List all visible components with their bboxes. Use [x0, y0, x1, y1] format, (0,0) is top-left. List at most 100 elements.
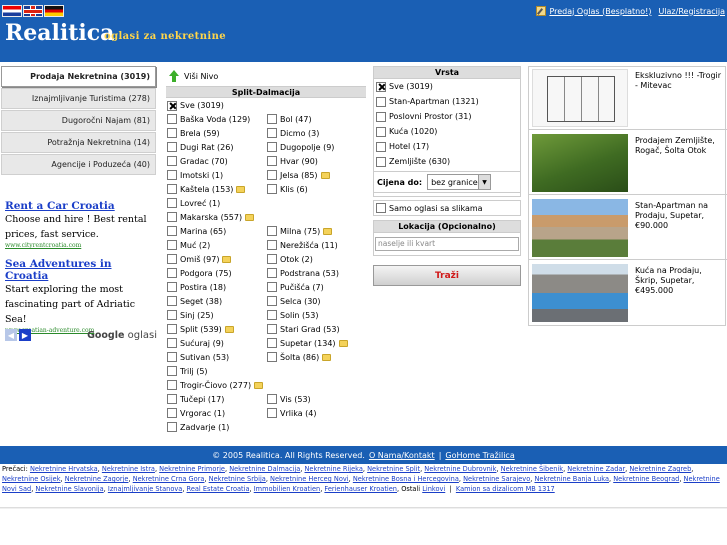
city-option[interactable]: Dugi Rat (26): [166, 140, 266, 154]
checkbox-icon[interactable]: [376, 141, 386, 152]
google-ads-label[interactable]: Google oglasi: [87, 330, 157, 341]
city-option[interactable]: Dicmo (3): [266, 126, 366, 140]
city-option[interactable]: Zadvarje (1): [166, 420, 266, 434]
city-option[interactable]: Selca (30): [266, 294, 366, 308]
checkbox-icon[interactable]: [167, 226, 177, 236]
checkbox-icon[interactable]: [267, 310, 277, 320]
checkbox-icon[interactable]: [167, 352, 177, 362]
shortcut-link[interactable]: Nekretnine Srbija: [209, 475, 266, 483]
city-option[interactable]: Bol (47): [266, 112, 366, 126]
checkbox-icon[interactable]: [167, 394, 177, 404]
price-select[interactable]: bez granice ▼: [427, 174, 492, 190]
city-option[interactable]: Dugopolje (9): [266, 140, 366, 154]
city-option[interactable]: Sinj (25): [166, 308, 266, 322]
city-option[interactable]: Postira (18): [166, 280, 266, 294]
folder-icon[interactable]: [236, 185, 246, 193]
floor-plan-thumbnail[interactable]: [532, 69, 628, 127]
tab-dugorocni-najam[interactable]: Dugoročni Najam (81): [1, 110, 156, 131]
checkbox-icon[interactable]: [167, 128, 177, 138]
checkbox-icon[interactable]: [267, 282, 277, 292]
shortcut-link[interactable]: Nekretnine Zagreb: [629, 465, 691, 473]
checkbox-icon[interactable]: [167, 324, 177, 334]
checkbox-icon[interactable]: [167, 114, 177, 124]
de-flag-icon[interactable]: [44, 5, 64, 17]
checkbox-icon[interactable]: [167, 380, 177, 390]
checkbox-icon[interactable]: [376, 96, 386, 107]
shortcut-link[interactable]: Nekretnine Dalmacija: [229, 465, 300, 473]
city-option[interactable]: Brela (59): [166, 126, 266, 140]
checkbox-icon[interactable]: [167, 170, 177, 180]
city-option[interactable]: Nerežišća (11): [266, 238, 366, 252]
shortcut-link[interactable]: Nekretnine Istra: [102, 465, 155, 473]
city-option[interactable]: Vis (53): [266, 392, 366, 406]
city-option[interactable]: Jelsa (85): [266, 168, 366, 182]
checkbox-icon[interactable]: [376, 111, 386, 122]
city-option[interactable]: Sućuraj (9): [166, 336, 266, 350]
checkbox-icon[interactable]: [167, 254, 177, 264]
checkbox-icon[interactable]: [267, 240, 277, 250]
checkbox-icon[interactable]: [167, 142, 177, 152]
city-option[interactable]: Tučepi (17): [166, 392, 266, 406]
city-option[interactable]: Šolta (86): [266, 350, 366, 364]
folder-icon[interactable]: [245, 213, 255, 221]
others-link[interactable]: Linkovi: [422, 485, 445, 493]
shortcut-link[interactable]: Nekretnine Zagorje: [65, 475, 129, 483]
city-option[interactable]: Baška Voda (129): [166, 112, 266, 126]
checkbox-icon[interactable]: [167, 366, 177, 376]
ad-url[interactable]: www.cityrentcroatia.com: [5, 242, 157, 249]
checkbox-icon[interactable]: [167, 310, 177, 320]
checkbox-icon[interactable]: [167, 422, 177, 432]
shortcut-link[interactable]: Nekretnine Beograd: [613, 475, 679, 483]
city-option[interactable]: Marina (65): [166, 224, 266, 238]
city-option[interactable]: Trogir-Čiovo (277): [166, 378, 266, 392]
region-all-option[interactable]: Sve (3019): [166, 98, 366, 112]
folder-icon[interactable]: [322, 353, 332, 361]
town-thumbnail[interactable]: [532, 199, 628, 257]
en-flag-icon[interactable]: [23, 5, 43, 17]
tab-prodaja[interactable]: Prodaja Nekretnina (3019): [1, 66, 156, 87]
checkbox-icon[interactable]: [167, 296, 177, 306]
post-ad-link[interactable]: Predaj Oglas (Besplatno!): [549, 7, 651, 16]
folder-icon[interactable]: [224, 325, 234, 333]
ad-title[interactable]: Sea Adventures in Croatia: [5, 258, 157, 282]
extra-link[interactable]: Kamion sa dizalicom MB 1317: [456, 485, 555, 493]
city-option[interactable]: Split (539): [166, 322, 266, 336]
shortcut-link[interactable]: Nekretnine Split: [367, 465, 420, 473]
checkbox-icon[interactable]: [376, 203, 386, 213]
city-option[interactable]: Podstrana (53): [266, 266, 366, 280]
listing-text[interactable]: Prodajem Zemljište, Rogač, Šolta Otok: [635, 136, 725, 156]
shortcut-link[interactable]: Nekretnine Zadar: [567, 465, 625, 473]
checkbox-icon[interactable]: [167, 338, 177, 348]
checkbox-icon[interactable]: [267, 324, 277, 334]
checkbox-icon[interactable]: [267, 268, 277, 278]
listing-text[interactable]: Ekskluzivno !!! -Trogir - Mitevac: [635, 71, 725, 91]
listing-item[interactable]: Stan-Apartman na Prodaju, Supetar, €90.0…: [529, 197, 727, 260]
listing-item[interactable]: Prodajem Zemljište, Rogač, Šolta Otok: [529, 132, 727, 195]
city-option[interactable]: Kaštela (153): [166, 182, 266, 196]
type-option[interactable]: Hotel (17): [374, 139, 520, 154]
checkbox-icon[interactable]: [376, 126, 386, 137]
listing-item[interactable]: Ekskluzivno !!! -Trogir - Mitevac: [529, 67, 727, 130]
listing-item[interactable]: Kuća na Prodaju, Škrip, Supetar, €495.00…: [529, 262, 727, 325]
checkbox-icon[interactable]: [267, 408, 277, 418]
photos-only-option[interactable]: Samo oglasi sa slikama: [373, 200, 521, 216]
city-option[interactable]: Muć (2): [166, 238, 266, 252]
shortcut-link[interactable]: Nekretnine Dubrovnik: [424, 465, 496, 473]
listing-text[interactable]: Stan-Apartman na Prodaju, Supetar, €90.0…: [635, 201, 725, 231]
city-option[interactable]: Klis (6): [266, 182, 366, 196]
shortcut-link[interactable]: Nekretnine Sarajevo: [463, 475, 530, 483]
checkbox-icon[interactable]: [267, 394, 277, 404]
checkbox-icon[interactable]: [267, 170, 277, 180]
checkbox-icon[interactable]: [167, 212, 177, 222]
shortcut-link[interactable]: Iznajmljivanje Stanova: [108, 485, 182, 493]
shortcut-link[interactable]: Nekretnine Crna Gora: [133, 475, 205, 483]
tab-agencije[interactable]: Agencije i Poduzeća (40): [1, 154, 156, 175]
city-option[interactable]: Vrlika (4): [266, 406, 366, 420]
up-level-link[interactable]: Viši Nivo: [166, 66, 366, 86]
type-option[interactable]: Zemljište (630): [374, 154, 520, 169]
hr-flag-icon[interactable]: [2, 5, 22, 17]
next-arrow-icon[interactable]: ▶: [19, 329, 31, 341]
checkbox-icon[interactable]: [167, 184, 177, 194]
city-option[interactable]: Stari Grad (53): [266, 322, 366, 336]
type-option[interactable]: Sve (3019): [374, 79, 520, 94]
